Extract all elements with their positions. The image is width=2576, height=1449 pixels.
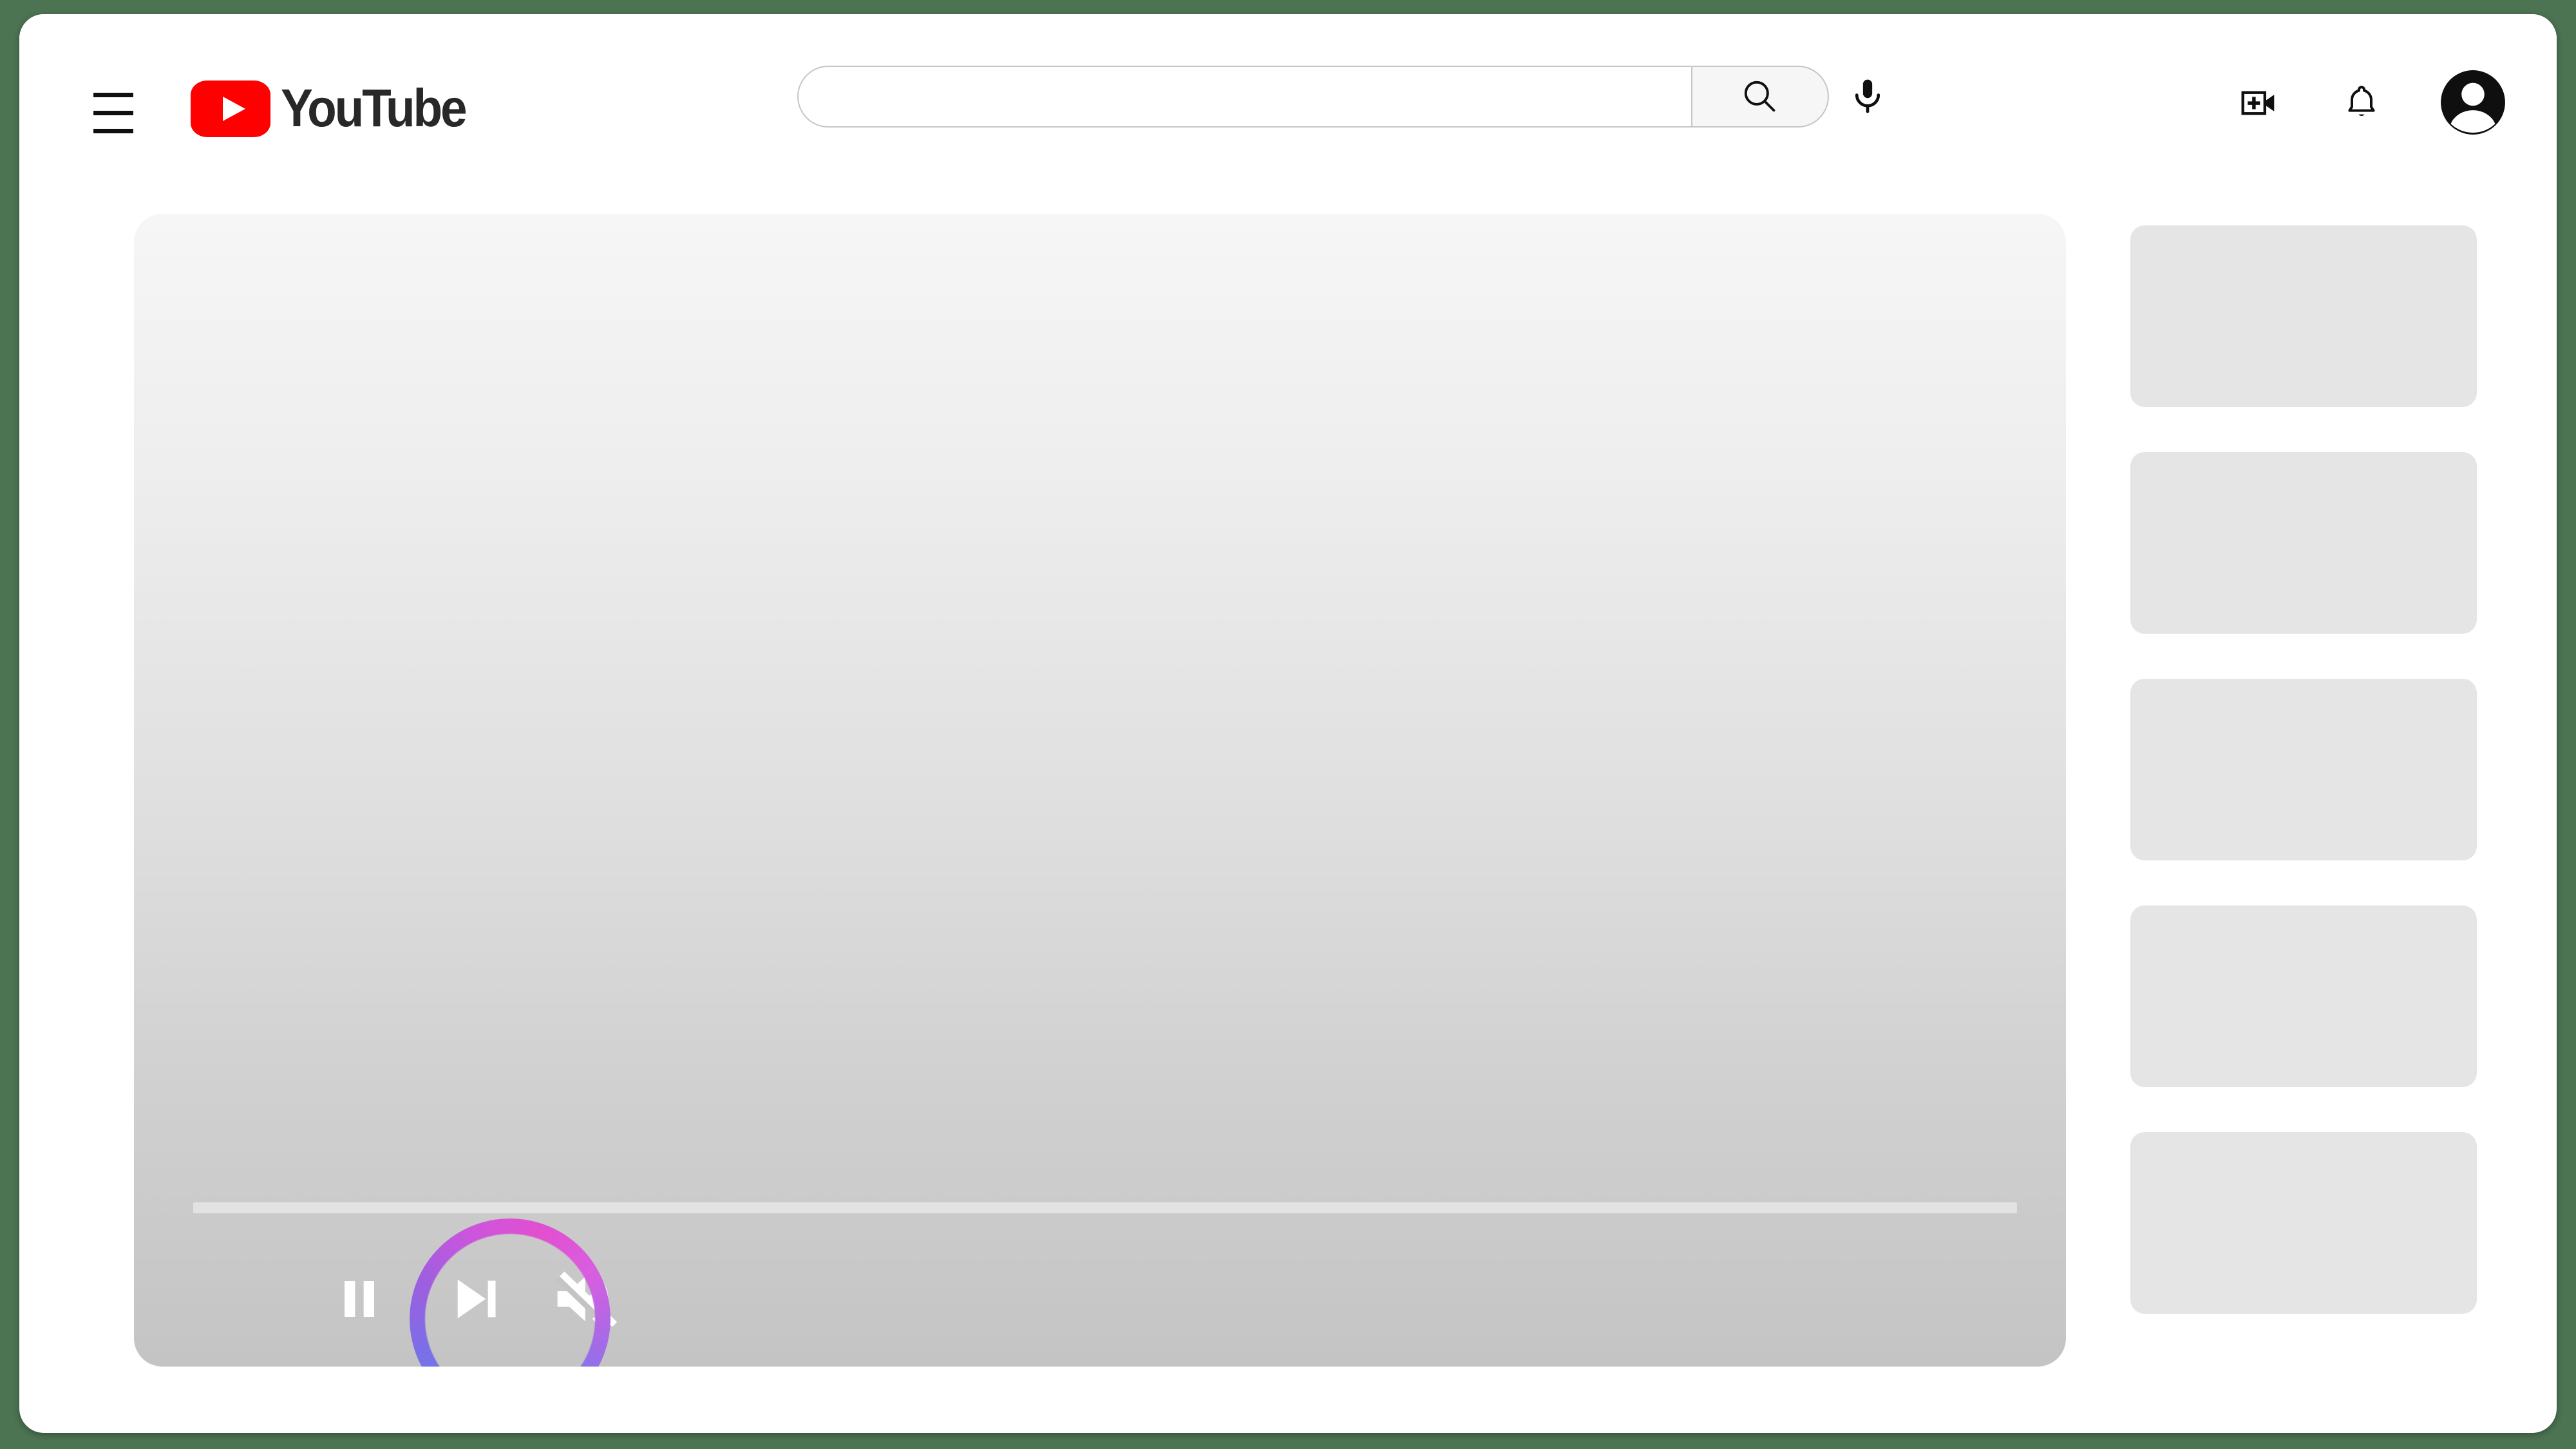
hamburger-line (93, 110, 133, 115)
youtube-wordmark: YouTube (281, 77, 468, 138)
bell-icon (2348, 86, 2375, 117)
avatar[interactable] (2438, 67, 2508, 138)
youtube-logo[interactable]: YouTube (191, 72, 486, 146)
pause-button[interactable] (308, 1251, 411, 1347)
hamburger-menu-icon[interactable] (74, 73, 153, 152)
pause-icon (345, 1281, 374, 1317)
suggested-video-1[interactable] (2130, 225, 2477, 407)
next-track-icon (457, 1279, 496, 1319)
suggested-video-2[interactable] (2130, 452, 2477, 634)
microphone-icon (1855, 79, 1880, 113)
notifications-button[interactable] (2328, 70, 2395, 137)
video-player[interactable] (134, 214, 2066, 1367)
suggested-videos-sidebar (2130, 225, 2478, 1359)
suggested-video-4[interactable] (2130, 905, 2477, 1087)
voice-search-button[interactable] (1837, 66, 1899, 128)
suggested-video-5[interactable] (2130, 1132, 2477, 1314)
hamburger-line (93, 92, 133, 97)
magnifier-icon (1744, 80, 1776, 112)
player-controls (134, 1251, 2066, 1347)
next-button[interactable] (424, 1251, 527, 1347)
search-bar (797, 66, 1829, 128)
top-header-bar: YouTube (19, 14, 2557, 183)
search-input[interactable] (797, 66, 1691, 128)
app-window: YouTube (19, 14, 2557, 1433)
video-camera-plus-icon (2241, 91, 2275, 115)
youtube-play-icon (191, 80, 270, 137)
create-video-button[interactable] (2225, 70, 2292, 137)
avatar-icon (2441, 70, 2505, 135)
hamburger-line (93, 128, 133, 133)
search-button[interactable] (1691, 66, 1829, 128)
volume-muted-icon (556, 1271, 618, 1331)
progress-bar[interactable] (193, 1202, 2017, 1213)
suggested-video-3[interactable] (2130, 679, 2477, 860)
mute-button[interactable] (533, 1251, 643, 1347)
